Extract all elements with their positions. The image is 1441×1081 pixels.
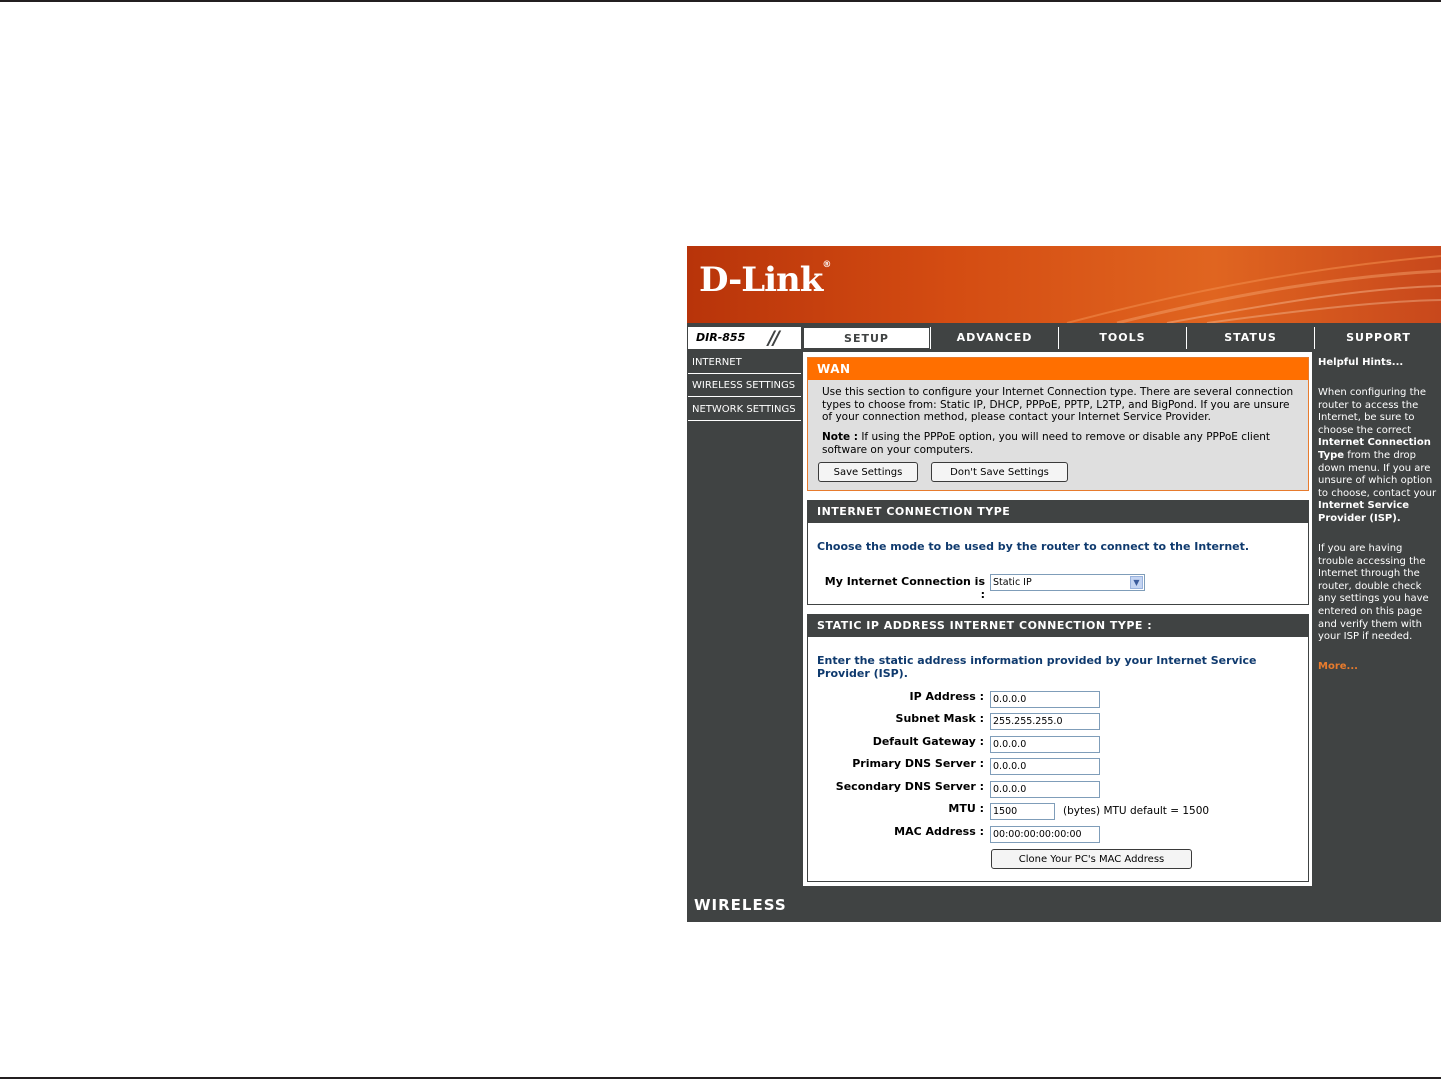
- mac-address-label: MAC Address :: [894, 825, 984, 838]
- static-ip-intro: Enter the static address information pro…: [817, 654, 1257, 680]
- save-settings-button[interactable]: Save Settings: [818, 462, 918, 482]
- nav-item-network-settings[interactable]: NETWORK SETTINGS: [688, 399, 801, 421]
- left-nav: INTERNET WIRELESS SETTINGS NETWORK SETTI…: [687, 352, 801, 886]
- mtu-default-note: (bytes) MTU default = 1500: [1063, 805, 1210, 817]
- subnet-mask-input[interactable]: 255.255.255.0: [990, 713, 1100, 730]
- dlink-logo: D-Link®: [699, 260, 831, 300]
- nav-item-internet[interactable]: INTERNET: [688, 352, 801, 374]
- dont-save-settings-button[interactable]: Don't Save Settings: [931, 462, 1068, 482]
- page-bottom-rule: [0, 1077, 1441, 1079]
- hints-paragraph-2: If you are having trouble accessing the …: [1318, 543, 1429, 643]
- ip-address-input[interactable]: 0.0.0.0: [990, 691, 1100, 708]
- clone-mac-button[interactable]: Clone Your PC's MAC Address: [991, 849, 1192, 869]
- mac-address-input[interactable]: 00:00:00:00:00:00: [990, 826, 1100, 843]
- wan-description: Use this section to configure your Inter…: [822, 386, 1294, 423]
- static-ip-title: STATIC IP ADDRESS INTERNET CONNECTION TY…: [808, 615, 1308, 637]
- nav-item-wireless-settings[interactable]: WIRELESS SETTINGS: [688, 375, 801, 397]
- page-top-rule: [0, 0, 1441, 2]
- note-text: If using the PPPoE option, you will need…: [822, 431, 1271, 456]
- hints-paragraph-1: When configuring the router to access th…: [1318, 387, 1437, 524]
- model-slash-decoration: //: [768, 327, 780, 349]
- footer-wireless-label: WIRELESS: [694, 896, 787, 914]
- connection-type-label: My Internet Connection is :: [824, 575, 985, 601]
- internet-connection-type-section: INTERNET CONNECTION TYPE Choose the mode…: [807, 500, 1309, 605]
- default-gateway-input[interactable]: 0.0.0.0: [990, 736, 1100, 753]
- model-badge: DIR-855 //: [688, 327, 801, 349]
- secondary-dns-label: Secondary DNS Server :: [835, 780, 984, 793]
- main-content: WAN Use this section to configure your I…: [803, 352, 1312, 886]
- connection-type-title: INTERNET CONNECTION TYPE: [808, 501, 1308, 523]
- model-name: DIR-855: [696, 331, 746, 344]
- primary-dns-input[interactable]: 0.0.0.0: [990, 758, 1100, 775]
- primary-dns-label: Primary DNS Server :: [852, 757, 984, 770]
- tab-bar: DIR-855 // SETUP ADVANCED TOOLS STATUS S…: [687, 326, 1441, 350]
- tab-setup[interactable]: SETUP: [803, 327, 930, 349]
- footer-bar: WIRELESS: [687, 888, 1441, 922]
- secondary-dns-input[interactable]: 0.0.0.0: [990, 781, 1100, 798]
- static-ip-section: STATIC IP ADDRESS INTERNET CONNECTION TY…: [807, 614, 1309, 882]
- tab-tools[interactable]: TOOLS: [1058, 327, 1186, 349]
- more-link[interactable]: More...: [1318, 661, 1358, 672]
- header-banner: D-Link®: [687, 246, 1441, 323]
- default-gateway-label: Default Gateway :: [872, 735, 984, 748]
- note-label: Note :: [822, 431, 858, 443]
- tab-advanced[interactable]: ADVANCED: [930, 327, 1058, 349]
- router-ui: D-Link® DIR-855 // SETUP ADVANCED TOOLS …: [687, 246, 1441, 922]
- subnet-mask-label: Subnet Mask :: [895, 712, 984, 725]
- connection-type-value: Static IP: [993, 577, 1032, 588]
- hints-title: Helpful Hints...: [1318, 357, 1404, 368]
- tab-support[interactable]: SUPPORT: [1314, 327, 1441, 349]
- ip-address-label: IP Address :: [909, 690, 984, 703]
- connection-type-select[interactable]: Static IP ▼: [990, 574, 1145, 591]
- wan-section: WAN Use this section to configure your I…: [807, 357, 1309, 491]
- connection-type-intro: Choose the mode to be used by the router…: [817, 540, 1250, 553]
- wan-note: Note : If using the PPPoE option, you wi…: [822, 431, 1302, 456]
- tab-status[interactable]: STATUS: [1186, 327, 1314, 349]
- mtu-label: MTU :: [948, 802, 984, 815]
- helpful-hints-panel: Helpful Hints... When configuring the ro…: [1314, 352, 1440, 886]
- wan-title: WAN: [808, 358, 1308, 380]
- chevron-down-icon[interactable]: ▼: [1130, 576, 1143, 589]
- mtu-input[interactable]: 1500: [990, 803, 1055, 820]
